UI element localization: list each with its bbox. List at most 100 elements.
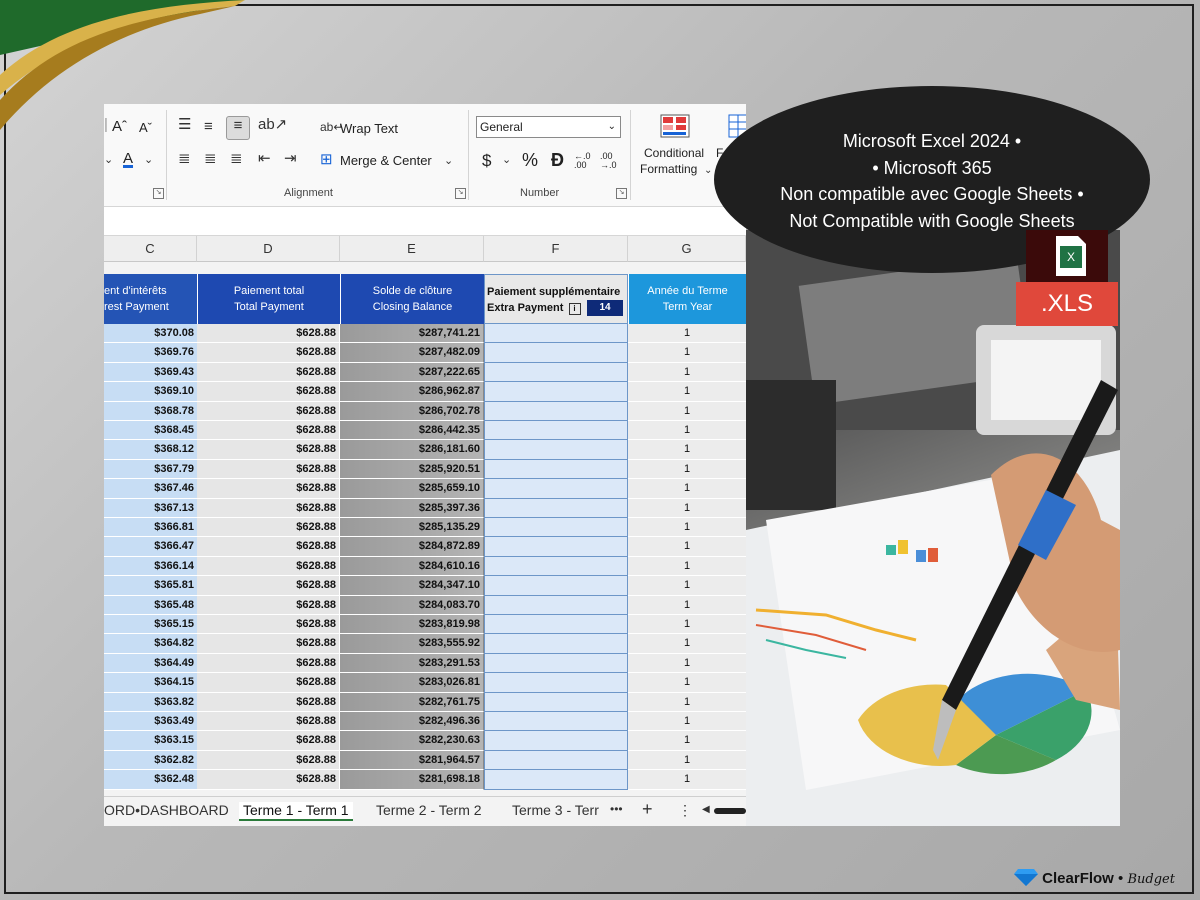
extra-payment-cell[interactable] (484, 653, 628, 674)
tab-term-2[interactable]: Terme 2 - Term 2 (376, 802, 482, 818)
extra-payment-cell[interactable] (484, 731, 628, 751)
total-payment-cell[interactable]: $628.88 (197, 324, 340, 344)
chevron-down-icon[interactable]: ⌄ (444, 152, 453, 170)
term-year-cell[interactable]: 1 (628, 518, 746, 538)
extra-payment-cell[interactable] (484, 576, 628, 596)
extra-payment-cell[interactable] (484, 440, 628, 460)
term-year-cell[interactable]: 1 (628, 770, 746, 790)
closing-balance-cell[interactable]: $281,698.18 (340, 770, 484, 790)
tab-term-1[interactable]: Terme 1 - Term 1 (239, 802, 353, 821)
alignment-dialog-launcher-icon[interactable]: ↘ (455, 188, 466, 199)
interest-payment-cell[interactable]: $365.15 (104, 615, 197, 635)
percent-format-button[interactable]: % (522, 150, 538, 171)
extra-payment-cell[interactable] (484, 421, 628, 441)
decrease-decimal-button[interactable]: .00 →.0 (600, 152, 620, 170)
align-left-icon[interactable]: ≣ (178, 150, 191, 168)
column-header-g[interactable]: G (628, 236, 746, 262)
font-color-button[interactable]: A (123, 150, 133, 167)
term-year-cell[interactable]: 1 (628, 459, 746, 480)
extra-payment-cell[interactable] (484, 712, 628, 732)
number-dialog-launcher-icon[interactable]: ↘ (616, 188, 627, 199)
term-year-cell[interactable]: 1 (628, 498, 746, 518)
interest-payment-cell[interactable]: $369.10 (104, 382, 197, 402)
header-interest-payment[interactable]: ent d'intérêts rest Payment (104, 274, 197, 324)
align-center-icon[interactable]: ≣ (204, 150, 217, 168)
formula-bar[interactable] (104, 207, 746, 236)
term-year-cell[interactable]: 1 (628, 731, 746, 751)
align-top-icon[interactable]: ☰ (178, 116, 191, 134)
closing-balance-cell[interactable]: $282,761.75 (340, 692, 484, 712)
total-payment-cell[interactable]: $628.88 (197, 634, 340, 654)
interest-payment-cell[interactable]: $364.49 (104, 653, 197, 674)
closing-balance-cell[interactable]: $287,222.65 (340, 362, 484, 383)
closing-balance-cell[interactable]: $286,442.35 (340, 421, 484, 441)
column-header-d[interactable]: D (197, 236, 340, 262)
more-tabs-icon[interactable]: ••• (610, 802, 623, 816)
extra-payment-cell[interactable] (484, 537, 628, 557)
term-year-cell[interactable]: 1 (628, 343, 746, 363)
header-total-payment[interactable]: Paiement total Total Payment (197, 274, 340, 324)
total-payment-cell[interactable]: $628.88 (197, 673, 340, 693)
total-payment-cell[interactable]: $628.88 (197, 770, 340, 790)
interest-payment-cell[interactable]: $366.14 (104, 556, 197, 577)
total-payment-cell[interactable]: $628.88 (197, 731, 340, 751)
extra-payment-cell[interactable] (484, 750, 628, 771)
interest-payment-cell[interactable]: $365.81 (104, 576, 197, 596)
closing-balance-cell[interactable]: $281,964.57 (340, 750, 484, 771)
total-payment-cell[interactable]: $628.88 (197, 459, 340, 480)
total-payment-cell[interactable]: $628.88 (197, 401, 340, 421)
tab-dashboard[interactable]: ORD•DASHBOARD (104, 802, 229, 818)
term-year-cell[interactable]: 1 (628, 712, 746, 732)
total-payment-cell[interactable]: $628.88 (197, 382, 340, 402)
total-payment-cell[interactable]: $628.88 (197, 440, 340, 460)
extra-payment-cell[interactable] (484, 401, 628, 421)
closing-balance-cell[interactable]: $283,291.53 (340, 653, 484, 674)
closing-balance-cell[interactable]: $285,397.36 (340, 498, 484, 518)
interest-payment-cell[interactable]: $362.82 (104, 750, 197, 771)
total-payment-cell[interactable]: $628.88 (197, 653, 340, 674)
number-format-select[interactable]: General ⌄ (476, 116, 621, 138)
chevron-down-icon[interactable]: ⌄ (502, 151, 511, 169)
decrease-indent-icon[interactable]: ⇤ (258, 150, 271, 168)
term-year-cell[interactable]: 1 (628, 401, 746, 421)
currency-format-button[interactable]: $ (482, 151, 491, 171)
header-extra-payment[interactable]: Paiement supplémentaire Extra Payment i … (484, 274, 628, 324)
column-header-f[interactable]: F (484, 236, 628, 262)
term-year-cell[interactable]: 1 (628, 615, 746, 635)
extra-payment-cell[interactable] (484, 770, 628, 790)
interest-payment-cell[interactable]: $363.82 (104, 692, 197, 712)
closing-balance-cell[interactable]: $285,659.10 (340, 479, 484, 499)
extra-payment-cell[interactable] (484, 459, 628, 480)
closing-balance-cell[interactable]: $284,872.89 (340, 537, 484, 557)
closing-balance-cell[interactable]: $287,482.09 (340, 343, 484, 363)
interest-payment-cell[interactable]: $367.79 (104, 459, 197, 480)
closing-balance-cell[interactable]: $283,555.92 (340, 634, 484, 654)
extra-payment-cell[interactable] (484, 362, 628, 383)
interest-payment-cell[interactable]: $366.81 (104, 518, 197, 538)
horizontal-scrollbar[interactable] (714, 808, 746, 814)
extra-payment-term-badge[interactable]: 14 (587, 300, 623, 316)
term-year-cell[interactable]: 1 (628, 634, 746, 654)
merge-center-button[interactable]: Merge & Center (340, 153, 432, 168)
interest-payment-cell[interactable]: $364.15 (104, 673, 197, 693)
closing-balance-cell[interactable]: $285,920.51 (340, 459, 484, 480)
extra-payment-cell[interactable] (484, 692, 628, 712)
total-payment-cell[interactable]: $628.88 (197, 518, 340, 538)
closing-balance-cell[interactable]: $282,230.63 (340, 731, 484, 751)
extra-payment-cell[interactable] (484, 673, 628, 693)
total-payment-cell[interactable]: $628.88 (197, 692, 340, 712)
comma-format-button[interactable]: Ɖ (551, 150, 564, 171)
conditional-formatting-label-1[interactable]: Conditional (644, 146, 704, 160)
conditional-formatting-label-2[interactable]: Formatting (640, 162, 697, 176)
interest-payment-cell[interactable]: $369.76 (104, 343, 197, 363)
term-year-cell[interactable]: 1 (628, 673, 746, 693)
total-payment-cell[interactable]: $628.88 (197, 750, 340, 771)
interest-payment-cell[interactable]: $367.46 (104, 479, 197, 499)
closing-balance-cell[interactable]: $283,819.98 (340, 615, 484, 635)
extra-payment-cell[interactable] (484, 479, 628, 499)
column-header-e[interactable]: E (340, 236, 484, 262)
add-sheet-button[interactable]: + (642, 799, 653, 820)
extra-payment-cell[interactable] (484, 518, 628, 538)
interest-payment-cell[interactable]: $364.82 (104, 634, 197, 654)
term-year-cell[interactable]: 1 (628, 556, 746, 577)
